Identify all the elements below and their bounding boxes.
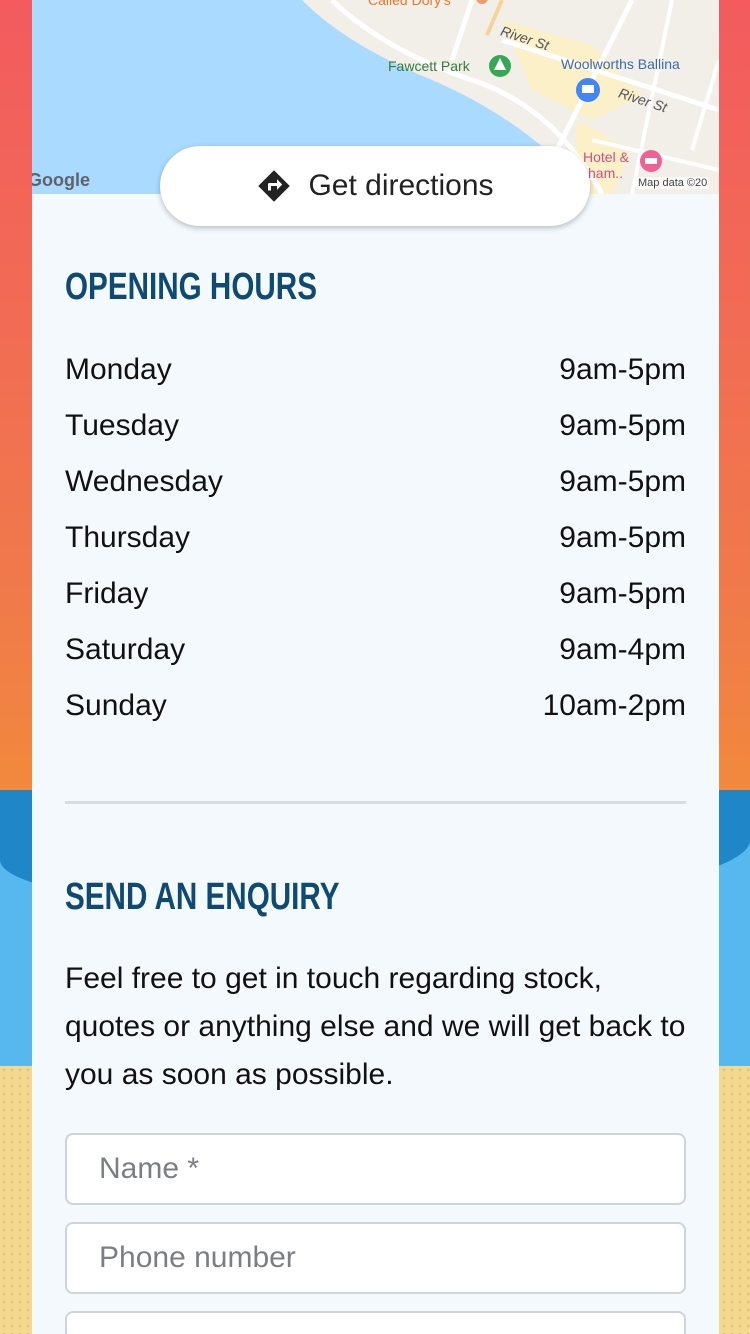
hours-day: Sunday: [65, 689, 167, 722]
map-label-hotel-2: ham..: [588, 165, 624, 181]
hours-day: Friday: [65, 577, 149, 610]
hours-day: Wednesday: [65, 465, 223, 498]
email-field[interactable]: [65, 1311, 686, 1334]
hours-day: Thursday: [65, 521, 191, 554]
opening-hours-list: Monday 9am-5pm Tuesday 9am-5pm Wednesday…: [65, 342, 686, 734]
hours-time: 9am-5pm: [559, 577, 686, 610]
content-card: Called Dory's River St Fawcett Park Wool…: [32, 0, 719, 1334]
get-directions-label: Get directions: [308, 169, 494, 202]
enquiry-intro-text: Feel free to get in touch regarding stoc…: [65, 962, 686, 1091]
hours-time: 9am-5pm: [559, 465, 686, 498]
hours-time: 9am-5pm: [559, 409, 686, 442]
map-attribution[interactable]: Map data ©20: [636, 177, 710, 189]
opening-hours-heading: OPENING HOURS: [65, 266, 317, 308]
hours-row-wednesday: Wednesday 9am-5pm: [65, 454, 686, 510]
hours-time: 9am-5pm: [559, 521, 686, 554]
google-logo: Google: [32, 170, 90, 190]
send-enquiry-heading: SEND AN ENQUIRY: [65, 876, 340, 918]
section-divider: [65, 801, 686, 804]
get-directions-button[interactable]: Get directions: [160, 146, 590, 226]
phone-field[interactable]: [65, 1222, 686, 1294]
map-label-hotel: Hotel &: [583, 149, 629, 165]
map-label-woolworths: Woolworths Ballina: [561, 56, 680, 72]
map-label-fawcett-park: Fawcett Park: [388, 58, 470, 74]
map-label-called-dorys: Called Dory's: [368, 0, 451, 8]
hours-day: Saturday: [65, 633, 186, 666]
hours-time: 9am-5pm: [559, 353, 686, 386]
hours-time: 9am-4pm: [559, 633, 686, 666]
hours-day: Monday: [65, 353, 172, 386]
hours-row-saturday: Saturday 9am-4pm: [65, 622, 686, 678]
hours-row-sunday: Sunday 10am-2pm: [65, 678, 686, 734]
hours-time: 10am-2pm: [542, 689, 686, 722]
name-field[interactable]: [65, 1133, 686, 1205]
hours-row-tuesday: Tuesday 9am-5pm: [65, 398, 686, 454]
hours-row-monday: Monday 9am-5pm: [65, 342, 686, 398]
hours-row-friday: Friday 9am-5pm: [65, 566, 686, 622]
directions-icon: [258, 170, 291, 202]
hours-row-thursday: Thursday 9am-5pm: [65, 510, 686, 566]
hours-day: Tuesday: [65, 409, 179, 442]
